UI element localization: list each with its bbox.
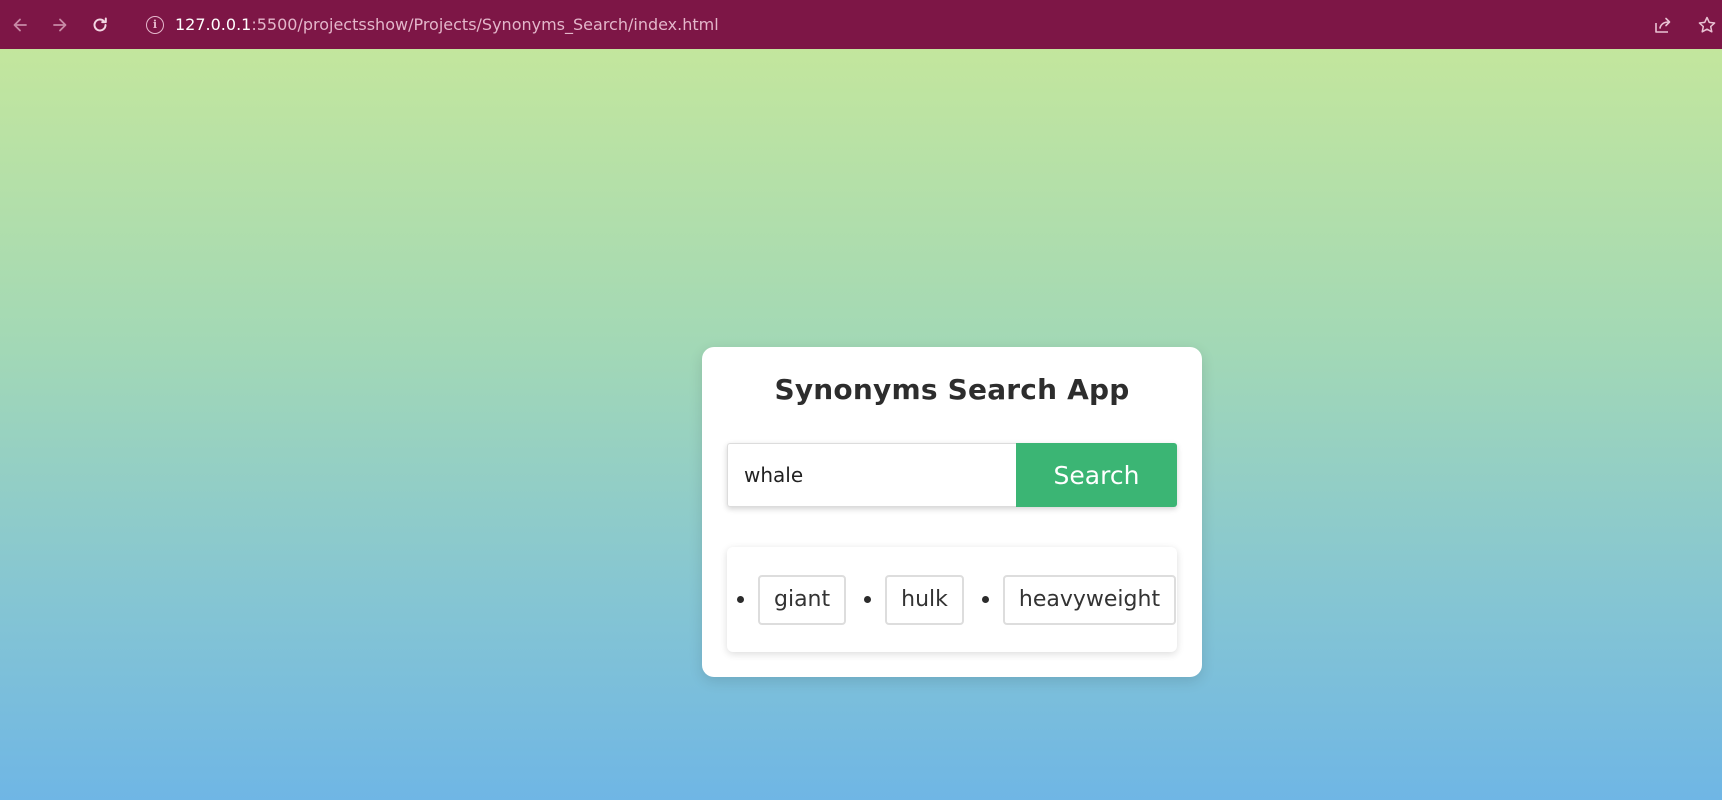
search-form: Search	[727, 443, 1177, 507]
list-item: heavyweight	[976, 574, 1188, 625]
bullet-icon	[981, 596, 989, 603]
synonym-chip[interactable]: giant	[758, 574, 847, 625]
synonyms-list: giant hulk heavyweight	[727, 547, 1177, 652]
forward-arrow-icon[interactable]	[40, 0, 80, 49]
bullet-icon	[864, 596, 872, 603]
search-input[interactable]	[727, 443, 1016, 507]
search-button[interactable]: Search	[1016, 443, 1177, 507]
app-card: Synonyms Search App Search giant hulk he…	[702, 347, 1202, 677]
page-title: Synonyms Search App	[774, 373, 1130, 406]
url-host: 127.0.0.1	[175, 15, 252, 34]
reload-icon[interactable]	[80, 0, 120, 49]
list-item: giant	[731, 574, 858, 625]
page-viewport: Synonyms Search App Search giant hulk he…	[0, 49, 1722, 800]
bullet-icon	[737, 596, 744, 603]
synonym-chip[interactable]: heavyweight	[1002, 574, 1177, 625]
browser-toolbar: i 127.0.0.1:5500/projectsshow/Projects/S…	[0, 0, 1722, 49]
star-icon[interactable]	[1692, 10, 1722, 40]
synonym-chip[interactable]: hulk	[885, 574, 964, 625]
back-arrow-icon[interactable]	[0, 0, 40, 49]
list-item: hulk	[858, 574, 976, 625]
info-icon[interactable]: i	[146, 15, 164, 34]
url-path: :5500/projectsshow/Projects/Synonyms_Sea…	[251, 15, 719, 34]
share-icon[interactable]	[1648, 10, 1678, 40]
address-bar[interactable]: i 127.0.0.1:5500/projectsshow/Projects/S…	[146, 0, 1648, 49]
